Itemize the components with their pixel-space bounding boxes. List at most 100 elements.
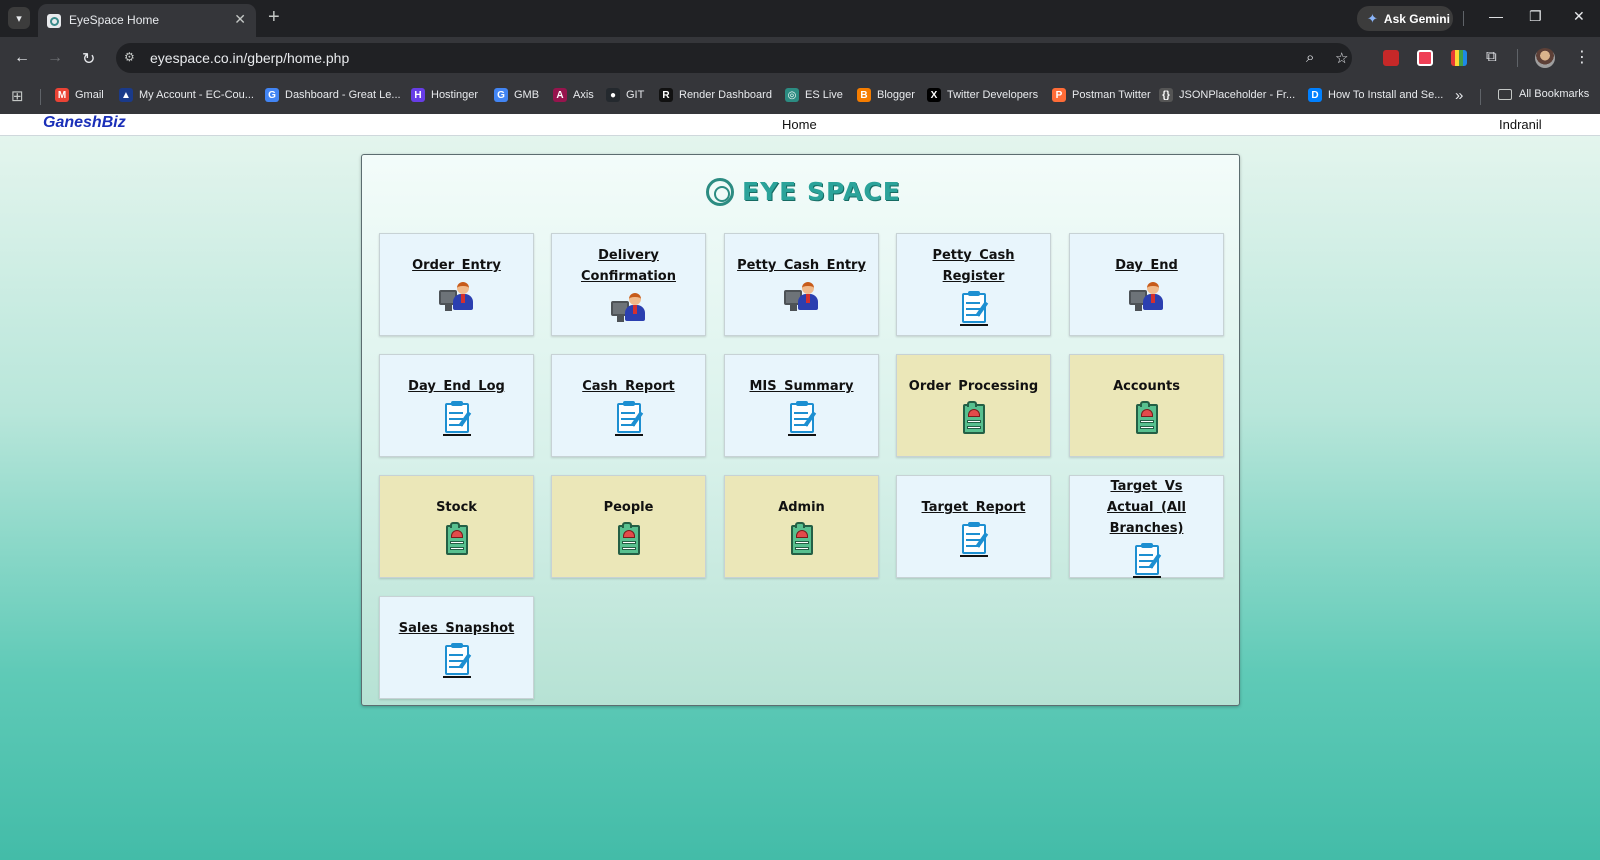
more-bookmarks-icon[interactable]: » xyxy=(1455,87,1463,104)
all-bookmarks-label: All Bookmarks xyxy=(1519,88,1590,100)
ask-gemini-label: Ask Gemini xyxy=(1383,11,1450,26)
zoom-icon[interactable]: ⌕ xyxy=(1306,49,1314,66)
module-tile-label: Accounts xyxy=(1113,379,1180,394)
bookmark-item[interactable]: D How To Install and Se... xyxy=(1308,88,1443,102)
profile-avatar[interactable] xyxy=(1535,48,1555,68)
forward-arrow-icon[interactable]: → xyxy=(47,49,63,67)
new-tab-icon[interactable]: + xyxy=(268,6,280,28)
bookmark-label: My Account - EC-Cou... xyxy=(139,89,254,101)
module-tile-order-entry[interactable]: Order Entry xyxy=(379,233,534,336)
reload-icon[interactable]: ↻ xyxy=(82,49,95,69)
module-tile-delivery-confirmation[interactable]: Delivery Confirmation xyxy=(551,233,706,336)
module-tile-admin[interactable]: Admin xyxy=(724,475,879,578)
bookmark-star-icon[interactable]: ☆ xyxy=(1335,49,1348,67)
module-tile-label: Admin xyxy=(778,500,825,515)
bookmark-item[interactable]: ▲ My Account - EC-Cou... xyxy=(119,88,254,102)
module-tile-target-report[interactable]: Target Report xyxy=(896,475,1051,578)
bookmark-item[interactable]: G GMB xyxy=(494,88,539,102)
module-tile-label: Petty Cash Register xyxy=(932,247,1015,284)
close-window-icon[interactable]: ✕ xyxy=(1573,8,1585,25)
module-tile-label: Petty Cash Entry xyxy=(737,258,866,273)
bookmark-item[interactable]: {} JSONPlaceholder - Fr... xyxy=(1159,88,1295,102)
module-tile-people[interactable]: People xyxy=(551,475,706,578)
extensions-puzzle-icon[interactable]: ⧉ xyxy=(1486,48,1502,65)
bookmark-item[interactable]: P Postman Twitter xyxy=(1052,88,1151,102)
window-controls-divider xyxy=(1463,11,1464,26)
nav-user-name[interactable]: Indranil xyxy=(1499,117,1542,132)
page-content: GaneshBiz Home Indranil EYE SPACE Order … xyxy=(0,114,1600,860)
browser-tab[interactable]: EyeSpace Home ✕ xyxy=(38,4,256,37)
bookmark-item[interactable]: ● GIT xyxy=(606,88,644,102)
eyespace-brand: EYE SPACE xyxy=(706,177,901,206)
green-folder-icon xyxy=(784,522,820,556)
module-tile-petty-cash-register[interactable]: Petty Cash Register xyxy=(896,233,1051,336)
green-folder-icon xyxy=(956,401,992,435)
back-arrow-icon[interactable]: ← xyxy=(14,49,30,67)
blogger-icon: B xyxy=(857,88,871,102)
module-tile-order-processing[interactable]: Order Processing xyxy=(896,354,1051,457)
bookmark-item[interactable]: M Gmail xyxy=(55,88,104,102)
green-folder-icon xyxy=(611,522,647,556)
nav-home-link[interactable]: Home xyxy=(782,117,817,132)
bookmark-label: Axis xyxy=(573,89,594,101)
person-computer-icon xyxy=(1128,280,1165,314)
report-clipboard-icon xyxy=(439,401,475,436)
module-tile-sales-snapshot[interactable]: Sales Snapshot xyxy=(379,596,534,699)
bookmark-item[interactable]: R Render Dashboard xyxy=(659,88,772,102)
eyespace-logo-icon xyxy=(706,177,734,206)
color-extension-icon[interactable] xyxy=(1451,50,1467,66)
module-tile-stock[interactable]: Stock xyxy=(379,475,534,578)
module-tile-label: People xyxy=(603,500,654,515)
bookmark-item[interactable]: A Axis xyxy=(553,88,594,102)
toolbar-divider xyxy=(1517,49,1518,67)
bookmark-label: JSONPlaceholder - Fr... xyxy=(1179,89,1296,101)
module-tile-day-end-log[interactable]: Day End Log xyxy=(379,354,534,457)
apps-grid-icon[interactable]: ⊞ xyxy=(11,87,24,105)
module-tile-petty-cash-entry[interactable]: Petty Cash Entry xyxy=(724,233,879,336)
site-info-icon[interactable]: ⚙ xyxy=(124,50,135,64)
home-panel: EYE SPACE Order Entry Delivery Confirmati… xyxy=(361,154,1240,706)
green-folder-icon xyxy=(439,522,475,556)
report-clipboard-icon xyxy=(956,290,992,326)
report-clipboard-icon xyxy=(611,401,647,436)
extension-red-icon[interactable] xyxy=(1383,50,1399,66)
bookmark-item[interactable]: X Twitter Developers xyxy=(927,88,1038,102)
module-tile-target-vs-actual-all-branches[interactable]: Target Vs Actual (All Branches) xyxy=(1069,475,1224,578)
module-tile-cash-report[interactable]: Cash Report xyxy=(551,354,706,457)
address-bar[interactable]: ⚙ eyespace.co.in/gberp/home.php ⌕ ☆ xyxy=(116,43,1352,73)
github-icon: ● xyxy=(606,88,620,102)
digitalocean-icon: D xyxy=(1308,88,1322,102)
bookmark-item[interactable]: B Blogger xyxy=(857,88,915,102)
module-tile-day-end[interactable]: Day End xyxy=(1069,233,1224,336)
restore-icon[interactable]: ❐ xyxy=(1529,8,1542,25)
module-tile-mis-summary[interactable]: MIS Summary xyxy=(724,354,879,457)
ganeshbiz-logo[interactable]: GaneshBiz xyxy=(43,114,126,132)
gemini-sparkle-icon: ✦ xyxy=(1367,10,1378,26)
minimize-icon[interactable]: — xyxy=(1489,8,1503,24)
module-tile-label: Order Processing xyxy=(908,379,1039,394)
all-bookmarks-button[interactable]: All Bookmarks xyxy=(1498,88,1589,100)
render-icon: R xyxy=(659,88,673,102)
google-icon: G xyxy=(265,88,279,102)
module-tile-accounts[interactable]: Accounts xyxy=(1069,354,1224,457)
ask-gemini-button[interactable]: ✦ Ask Gemini xyxy=(1357,6,1453,31)
json-icon: {} xyxy=(1159,88,1173,102)
bookmark-item[interactable]: G Dashboard - Great Le... xyxy=(265,88,401,102)
pocket-extension-icon[interactable] xyxy=(1417,50,1433,66)
tab-search-chevron-icon[interactable]: ▾ xyxy=(8,7,30,29)
bookmark-item[interactable]: H Hostinger xyxy=(411,88,478,102)
browser-menu-icon[interactable]: ⋮ xyxy=(1574,47,1590,67)
bookmark-label: Render Dashboard xyxy=(679,89,772,101)
module-tile-label: MIS Summary xyxy=(749,379,854,394)
module-tile-label: Stock xyxy=(436,500,477,515)
close-tab-icon[interactable]: ✕ xyxy=(234,11,246,28)
browser-tab-bar: ▾ EyeSpace Home ✕ + ✦ Ask Gemini — ❐ ✕ xyxy=(0,0,1600,37)
bookmark-item[interactable]: ◎ ES Live xyxy=(785,88,843,102)
gmail-icon: M xyxy=(55,88,69,102)
person-computer-icon xyxy=(438,280,475,314)
browser-toolbar: ← → ↻ ⚙ eyespace.co.in/gberp/home.php ⌕ … xyxy=(0,37,1600,80)
url-text[interactable]: eyespace.co.in/gberp/home.php xyxy=(150,50,349,66)
person-computer-icon xyxy=(783,280,820,314)
bookmark-label: Dashboard - Great Le... xyxy=(285,89,401,101)
report-clipboard-icon xyxy=(1129,543,1165,578)
